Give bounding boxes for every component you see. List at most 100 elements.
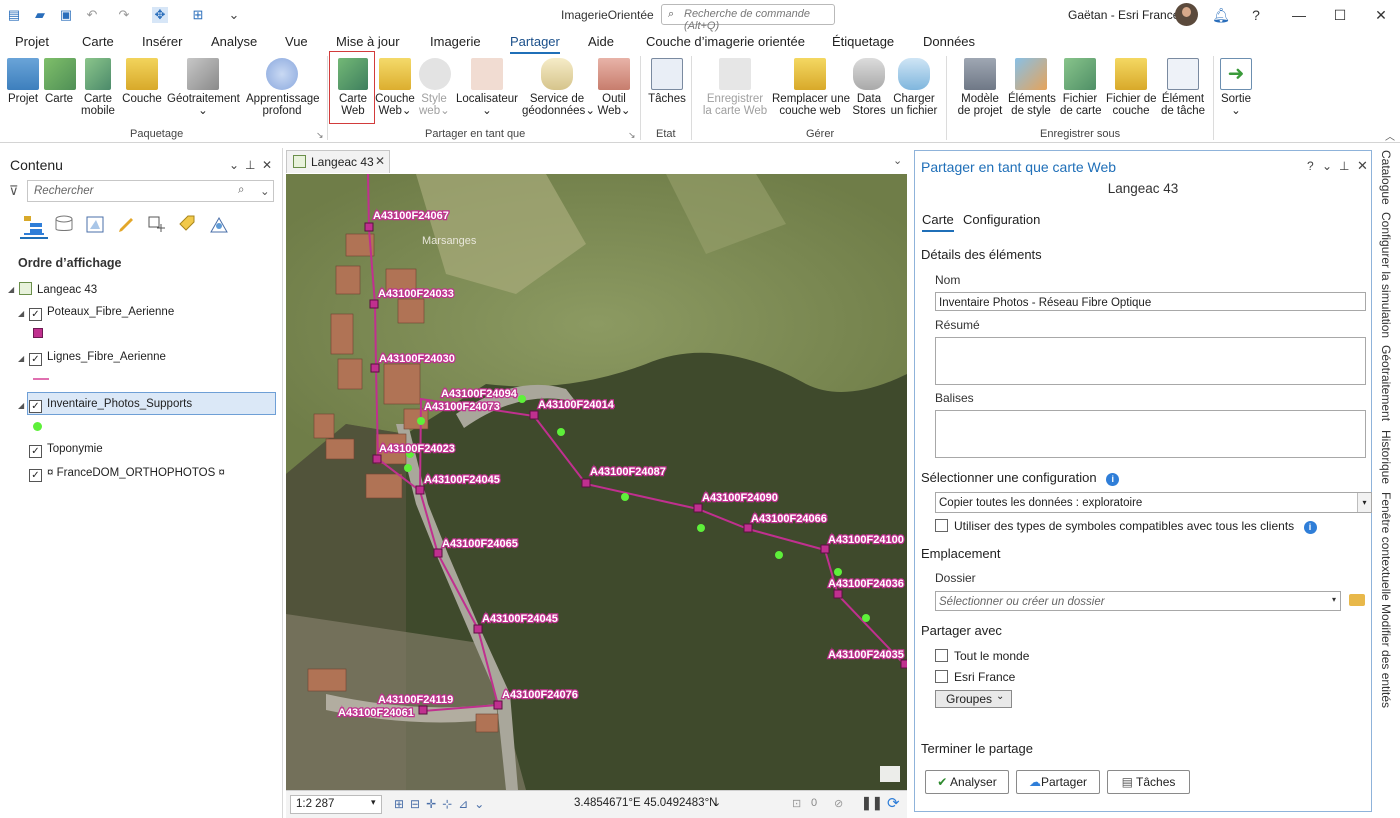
- tags-input[interactable]: [935, 410, 1366, 458]
- dock-tab-historique[interactable]: Historique: [1379, 430, 1393, 484]
- layer-orthophotos[interactable]: ✓ ¤ FranceDOM_ORTHOPHOTOS ¤: [29, 467, 225, 482]
- data-source-icon[interactable]: [53, 213, 75, 235]
- localisateur-button[interactable]: Localisateur ⌄: [456, 58, 518, 117]
- charts-icon[interactable]: [208, 213, 230, 235]
- refresh-icon[interactable]: ⟳: [887, 794, 900, 812]
- expand-triangle-icon[interactable]: ◢: [18, 354, 24, 363]
- folder-select[interactable]: Sélectionner ou créer un dossier ▾: [935, 591, 1341, 611]
- projet-button[interactable]: Projet: [6, 58, 40, 105]
- tab-vue[interactable]: Vue: [285, 34, 308, 49]
- refresh-selection-icon[interactable]: ⊘: [834, 797, 843, 810]
- geotraitement-button[interactable]: Géotraitement ⌄: [167, 58, 240, 117]
- couche-web-button[interactable]: Couche Web⌄: [375, 58, 415, 117]
- outil-web-button[interactable]: Outil Web⌄: [597, 58, 631, 117]
- summary-input[interactable]: [935, 337, 1366, 385]
- tab-mise-a-jour[interactable]: Mise à jour: [336, 34, 400, 49]
- tab-carte[interactable]: Carte: [922, 212, 954, 232]
- checkbox[interactable]: [935, 670, 948, 683]
- save-icon[interactable]: ▣: [58, 7, 74, 23]
- collapse-ribbon-icon[interactable]: ︿: [1385, 128, 1395, 143]
- element-tache-button[interactable]: Élément de tâche: [1160, 58, 1206, 117]
- redo-icon[interactable]: ↷: [116, 7, 132, 23]
- tab-partager[interactable]: Partager: [510, 34, 560, 54]
- checkbox[interactable]: [935, 649, 948, 662]
- carte-mobile-button[interactable]: Carte mobile: [80, 58, 116, 117]
- editing-icon[interactable]: [115, 213, 137, 235]
- layer-visibility-checkbox[interactable]: ✓: [29, 308, 42, 321]
- carte-package-button[interactable]: Carte: [44, 58, 76, 105]
- taches-button[interactable]: Tâches: [648, 58, 686, 105]
- layer-visibility-checkbox[interactable]: ✓: [29, 353, 42, 366]
- configuration-select[interactable]: Copier toutes les données : exploratoire…: [935, 492, 1372, 513]
- map-view-tab[interactable]: Langeac 43 ✕: [286, 150, 390, 173]
- dock-tab-fenetre-contextuelle[interactable]: Fenêtre contextuelle: [1379, 492, 1393, 601]
- close-tab-icon[interactable]: ✕: [375, 154, 385, 168]
- map-view[interactable]: Marsanges A43100F24067 A43100F24033 A431…: [286, 174, 907, 790]
- close-pane-icon[interactable]: ✕: [262, 158, 272, 172]
- selection-icon[interactable]: [84, 213, 106, 235]
- everyone-checkbox[interactable]: Tout le monde: [935, 649, 1029, 663]
- folder-icon[interactable]: [1349, 594, 1365, 606]
- layer-lignes[interactable]: ✓ Lignes_Fibre_Aerienne: [29, 351, 166, 366]
- filter-icon[interactable]: ⊽: [9, 183, 19, 199]
- paquetage-launcher-icon[interactable]: ↘: [316, 130, 324, 141]
- elements-style-button[interactable]: Éléments de style: [1008, 58, 1056, 117]
- info-icon[interactable]: i: [1303, 521, 1317, 534]
- service-geodonnees-button[interactable]: Service de géodonnées⌄: [522, 58, 595, 117]
- snapping-icon[interactable]: [146, 213, 168, 235]
- user-name[interactable]: Gaëtan - Esri France: [1068, 8, 1179, 22]
- undo-icon[interactable]: ↶: [84, 7, 100, 23]
- chevron-down-icon[interactable]: ⌄: [712, 796, 721, 809]
- share-button[interactable]: ☁Partager: [1016, 770, 1100, 794]
- compat-symbols-checkbox[interactable]: Utiliser des types de symboles compatibl…: [935, 519, 1317, 534]
- partager-launcher-icon[interactable]: ↘: [628, 130, 636, 141]
- command-search-input[interactable]: ⌕ Recherche de commande (Alt+Q): [661, 4, 835, 32]
- enregistrer-carte-web-button[interactable]: Enregistrer la carte Web: [702, 58, 768, 117]
- labeling-icon[interactable]: [177, 213, 199, 235]
- analyze-button[interactable]: ✔ Analyser: [925, 770, 1009, 794]
- pin-icon[interactable]: ⊥: [1339, 159, 1349, 173]
- tab-etiquetage[interactable]: Étiquetage: [832, 34, 894, 49]
- fichier-couche-button[interactable]: Fichier de couche: [1106, 58, 1157, 117]
- chevron-down-icon[interactable]: ⌄: [260, 184, 270, 198]
- map-node[interactable]: Langeac 43: [19, 282, 97, 296]
- expand-triangle-icon[interactable]: ◢: [8, 285, 14, 294]
- layer-inventaire-photos[interactable]: ✓ Inventaire_Photos_Supports: [29, 398, 192, 413]
- close-button[interactable]: ✕: [1370, 4, 1392, 26]
- dock-tab-geotraitement[interactable]: Géotraitement: [1379, 345, 1393, 421]
- data-stores-button[interactable]: Data Stores: [852, 58, 886, 117]
- tab-donnees[interactable]: Données: [923, 34, 975, 49]
- maximize-button[interactable]: ☐: [1329, 4, 1351, 26]
- pane-menu-icon[interactable]: ⌄: [1322, 159, 1332, 173]
- avatar[interactable]: [1175, 3, 1198, 26]
- layer-poteaux[interactable]: ✓ Poteaux_Fibre_Aerienne: [29, 306, 174, 321]
- groups-dropdown[interactable]: Groupes ⌄: [935, 690, 1012, 708]
- fichier-carte-button[interactable]: Fichier de carte: [1060, 58, 1102, 117]
- expand-triangle-icon[interactable]: ◢: [18, 309, 24, 318]
- checkbox[interactable]: [935, 519, 948, 532]
- customize-qat-icon[interactable]: ⌄: [226, 7, 242, 23]
- charger-fichier-button[interactable]: Charger un fichier: [890, 58, 938, 117]
- close-pane-icon[interactable]: ✕: [1357, 158, 1368, 174]
- map-tools-icons[interactable]: ⊞⊟✛⊹⊿⌄: [394, 797, 490, 811]
- open-project-icon[interactable]: ▰: [32, 7, 48, 23]
- drawing-order-icon[interactable]: [22, 213, 44, 235]
- map-notes-icon[interactable]: [880, 766, 900, 782]
- tasks-button[interactable]: ▤ Tâches: [1107, 770, 1190, 794]
- remplacer-couche-web-button[interactable]: Remplacer une couche web: [772, 58, 850, 117]
- dock-tab-catalogue[interactable]: Catalogue: [1379, 150, 1393, 205]
- couche-package-button[interactable]: Couche: [122, 58, 162, 105]
- pane-menu-icon[interactable]: ⌄: [229, 158, 239, 172]
- selection-icon[interactable]: ⊡: [792, 797, 801, 810]
- tab-analyse[interactable]: Analyse: [211, 34, 257, 49]
- new-project-icon[interactable]: ▤: [6, 7, 22, 23]
- tab-carte[interactable]: Carte: [82, 34, 114, 49]
- layer-visibility-checkbox[interactable]: ✓: [29, 445, 42, 458]
- pause-drawing-icon[interactable]: ❚❚: [861, 795, 883, 811]
- scale-selector[interactable]: 1:2 287 ▾: [290, 795, 382, 814]
- apprentissage-profond-button[interactable]: Apprentissage profond: [246, 58, 320, 117]
- tab-couche-imagerie-orientee[interactable]: Couche d’imagerie orientée: [646, 34, 805, 49]
- expand-triangle-icon[interactable]: ◢: [18, 401, 24, 410]
- map-canvas[interactable]: Marsanges A43100F24067 A43100F24033 A431…: [286, 174, 907, 790]
- tab-imagerie[interactable]: Imagerie: [430, 34, 481, 49]
